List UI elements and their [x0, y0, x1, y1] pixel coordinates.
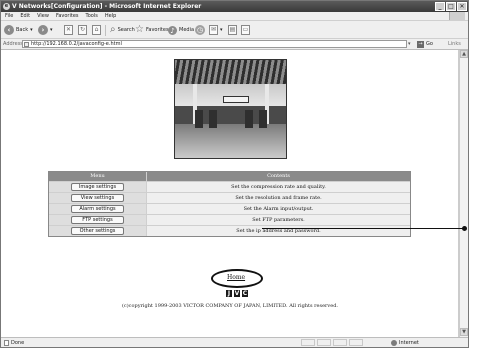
back-label: Back [16, 27, 29, 33]
scroll-down-icon[interactable]: ▼ [460, 328, 468, 336]
edit-page-icon: ▭ [241, 25, 250, 35]
vertical-scrollbar[interactable]: ▲ ▼ [459, 50, 468, 337]
copyright-text: (c)copyright 1999-2003 VICTOR COMPANY OF… [121, 303, 339, 309]
table-row: FTP settings Set FTP parameters. [49, 214, 410, 225]
go-label: Go [426, 41, 433, 47]
home-icon: ⌂ [92, 25, 101, 35]
history-icon: ◷ [195, 25, 205, 35]
print-icon: ▤ [228, 25, 237, 35]
window-controls: _ □ ✕ [435, 2, 467, 11]
table-row: Alarm settings Set the Alarm input/outpu… [49, 203, 410, 214]
window-title: V Networks[Configuration] - Microsoft In… [12, 3, 202, 10]
menu-file[interactable]: File [5, 13, 13, 20]
station-photo [174, 59, 287, 159]
go-arrow-icon: → [417, 40, 424, 48]
page-icon [24, 42, 29, 47]
ie-logo-icon: e [3, 3, 10, 10]
scroll-up-icon[interactable]: ▲ [460, 50, 468, 58]
address-label: Address [3, 41, 23, 47]
forward-dropdown-icon: ▾ [50, 27, 53, 33]
row-description: Set the resolution and frame rate. [235, 195, 322, 201]
history-button[interactable]: ◷ [195, 24, 205, 36]
ftp-settings-button[interactable]: FTP settings [71, 216, 124, 224]
image-settings-button[interactable]: Image settings [71, 183, 124, 191]
mail-dropdown-icon: ▾ [220, 27, 223, 33]
media-button[interactable]: ♪ Media [168, 24, 194, 36]
go-button[interactable]: → Go [417, 40, 433, 48]
status-bar: Done Internet [1, 337, 468, 347]
back-button[interactable]: ‹ Back ▾ [4, 24, 33, 36]
page-done-icon [4, 340, 9, 346]
menu-help[interactable]: Help [105, 13, 116, 20]
refresh-icon: ↻ [78, 25, 87, 35]
view-settings-button[interactable]: View settings [71, 194, 124, 202]
callout-dot [462, 226, 467, 231]
windows-flag-icon [449, 12, 465, 20]
search-button[interactable]: ⌕ Search [110, 24, 135, 36]
alarm-settings-button[interactable]: Alarm settings [71, 205, 124, 213]
row-description: Set FTP parameters. [252, 217, 305, 223]
home-toolbar-button[interactable]: ⌂ [92, 24, 101, 36]
other-settings-button[interactable]: Other settings [71, 227, 124, 235]
security-zone-label: Internet [399, 340, 419, 346]
toolbar-separator [105, 24, 106, 36]
menu-bar: File Edit View Favorites Tools Help [1, 12, 468, 21]
search-label: Search [117, 27, 135, 33]
logo-letter: C [242, 290, 248, 297]
forward-arrow-icon: › [38, 25, 48, 35]
back-arrow-icon: ‹ [4, 25, 14, 35]
row-description: Set the compression rate and quality. [231, 184, 326, 190]
contents-header: Contents [267, 173, 290, 179]
menu-tools[interactable]: Tools [86, 13, 98, 20]
mail-icon: ✉ [209, 25, 218, 35]
menu-view[interactable]: View [37, 13, 49, 20]
toolbar: ‹ Back ▾ › ▾ ✕ ↻ ⌂ ⌕ Search ☆ Favorites … [1, 21, 468, 39]
stop-button[interactable]: ✕ [64, 24, 73, 36]
callout-line [262, 228, 464, 229]
minimize-button[interactable]: _ [435, 2, 445, 11]
row-description: Set the Alarm input/output. [243, 206, 314, 212]
mail-button[interactable]: ✉ ▾ [209, 24, 223, 36]
address-input[interactable]: http://192.168.0.2/javaconfig-e.html [22, 40, 407, 48]
menu-favorites[interactable]: Favorites [56, 13, 79, 20]
table-header: Menu Contents [49, 172, 410, 181]
menu-header: Menu [49, 172, 147, 181]
forward-button[interactable]: › ▾ [38, 24, 53, 36]
page-content: Menu Contents Image settings Set the com… [1, 50, 459, 337]
favorites-star-icon: ☆ [135, 24, 144, 35]
logo-letter: J [226, 290, 232, 297]
internet-globe-icon [391, 340, 397, 346]
title-bar: e V Networks[Configuration] - Microsoft … [1, 1, 468, 12]
favorites-button[interactable]: ☆ Favorites [135, 24, 169, 36]
browser-window: e V Networks[Configuration] - Microsoft … [0, 0, 469, 348]
close-button[interactable]: ✕ [457, 2, 467, 11]
jvc-logo: J V C [226, 290, 248, 297]
edit-button[interactable]: ▭ [241, 24, 250, 36]
media-label: Media [179, 27, 195, 33]
media-icon: ♪ [168, 25, 177, 35]
favorites-label: Favorites [145, 27, 169, 33]
back-dropdown-icon: ▾ [30, 27, 33, 33]
address-bar: Address http://192.168.0.2/javaconfig-e.… [1, 39, 468, 50]
table-row: View settings Set the resolution and fra… [49, 192, 410, 203]
status-text: Done [11, 340, 25, 346]
maximize-button[interactable]: □ [446, 2, 456, 11]
address-url: http://192.168.0.2/javaconfig-e.html [31, 41, 122, 47]
links-button[interactable]: Links [448, 41, 461, 47]
address-dropdown-icon[interactable]: ▾ [408, 41, 411, 47]
refresh-button[interactable]: ↻ [78, 24, 87, 36]
table-row: Other settings Set the ip address and pa… [49, 225, 410, 236]
home-link[interactable]: Home [227, 274, 245, 281]
logo-letter: V [234, 290, 240, 297]
stop-icon: ✕ [64, 25, 73, 35]
search-icon: ⌕ [110, 24, 116, 35]
table-row: Image settings Set the compression rate … [49, 181, 410, 192]
menu-edit[interactable]: Edit [20, 13, 30, 20]
print-button[interactable]: ▤ [228, 24, 237, 36]
